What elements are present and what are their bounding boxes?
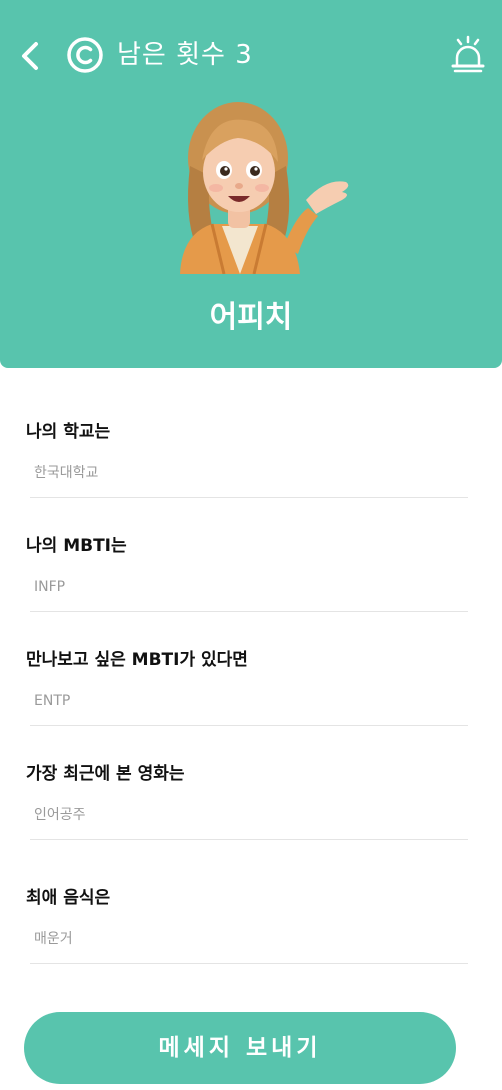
recent-movie-field: 가장 최근에 본 영화는 인어공주 — [26, 762, 468, 862]
chevron-left-icon — [22, 42, 38, 70]
school-value[interactable]: 한국대학교 — [34, 463, 98, 483]
profile-header: 남은 횟수 3 어피치 — [0, 0, 502, 368]
profile-name: 어피치 — [209, 300, 293, 335]
preferred-mbti-field: 만나보고 싶은 MBTI가 있다면 ENTP — [26, 648, 468, 748]
bell-icon — [451, 35, 485, 73]
back-button[interactable] — [14, 36, 50, 76]
remaining-count-label: 남은 횟수 3 — [117, 40, 253, 70]
coin-c-icon — [67, 37, 103, 73]
school-field: 나의 학교는 한국대학교 — [26, 420, 468, 520]
favorite-food-value[interactable]: 매운거 — [34, 929, 73, 949]
recent-movie-value[interactable]: 인어공주 — [34, 805, 86, 825]
notification-button[interactable] — [448, 34, 488, 74]
field-divider — [30, 497, 468, 498]
send-message-button[interactable]: 메세지 보내기 — [24, 1012, 456, 1084]
preferred-mbti-value[interactable]: ENTP — [34, 691, 70, 711]
field-divider — [30, 611, 468, 612]
favorite-food-field: 최애 음식은 매운거 — [26, 886, 468, 986]
field-label: 만나보고 싶은 MBTI가 있다면 — [26, 650, 248, 670]
field-divider — [30, 963, 468, 964]
field-label: 나의 학교는 — [26, 422, 111, 442]
field-label: 최애 음식은 — [26, 888, 111, 908]
mbti-field: 나의 MBTI는 INFP — [26, 534, 468, 634]
field-label: 나의 MBTI는 — [26, 536, 127, 556]
field-divider — [30, 839, 468, 840]
field-divider — [30, 725, 468, 726]
mbti-value[interactable]: INFP — [34, 577, 65, 597]
field-label: 가장 최근에 본 영화는 — [26, 764, 185, 784]
avatar — [180, 102, 349, 274]
